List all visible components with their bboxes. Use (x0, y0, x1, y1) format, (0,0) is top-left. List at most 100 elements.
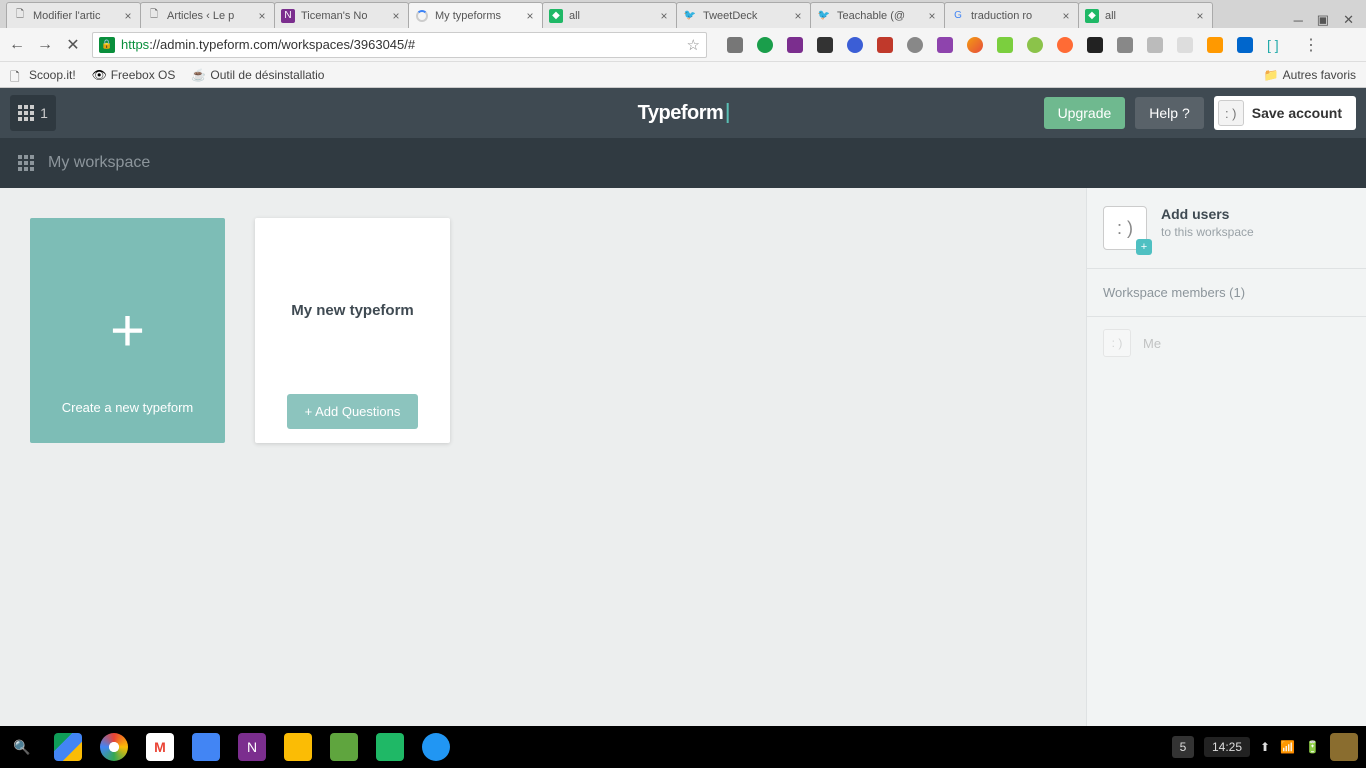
bookmark-label: Autres favoris (1283, 68, 1356, 82)
ext-icon[interactable] (1177, 37, 1193, 53)
member-row[interactable]: : ) Me (1087, 317, 1366, 369)
clock[interactable]: 14:25 (1204, 737, 1250, 757)
forward-icon[interactable]: → (36, 36, 54, 54)
bookmarks-bar: 🗋Scoop.it! 👁Freebox OS ☕ Outil de désinst… (0, 62, 1366, 88)
battery-icon[interactable]: 🔋 (1305, 740, 1320, 754)
ext-icon[interactable] (757, 37, 773, 53)
loading-icon (415, 9, 429, 23)
feedly-icon[interactable] (376, 733, 404, 761)
upgrade-button[interactable]: Upgrade (1044, 97, 1126, 129)
tab-title: Ticeman's No (301, 10, 386, 22)
gmail-icon[interactable]: M (146, 733, 174, 761)
workspaces-menu-button[interactable]: 1 (10, 95, 56, 131)
address-bar[interactable]: 🔒 https://admin.typeform.com/workspaces/… (92, 32, 707, 58)
add-users-subtitle: to this workspace (1161, 225, 1254, 239)
close-icon[interactable]: × (256, 10, 268, 22)
tray-app-icon[interactable] (1330, 733, 1358, 761)
ext-icon[interactable] (1057, 37, 1073, 53)
close-icon[interactable]: × (792, 10, 804, 22)
browser-tab[interactable]: Gtraduction ro× (944, 2, 1079, 28)
close-icon[interactable]: × (524, 10, 536, 22)
ext-icon[interactable] (877, 37, 893, 53)
sidebar: : )+ Add users to this workspace Workspa… (1086, 188, 1366, 726)
browser-tab[interactable]: 🐦TweetDeck× (676, 2, 811, 28)
drive-icon[interactable] (54, 733, 82, 761)
chrome-icon[interactable] (100, 733, 128, 761)
ext-icon[interactable] (847, 37, 863, 53)
bookmark-item[interactable]: 👁Freebox OS (92, 68, 176, 82)
wifi-icon[interactable]: 📶 (1280, 740, 1295, 754)
close-icon[interactable]: × (390, 10, 402, 22)
workspace-title: My workspace (48, 154, 150, 172)
ext-icon[interactable] (817, 37, 833, 53)
content-area: + Create a new typeform My new typeform … (0, 188, 1366, 726)
ext-icon[interactable] (937, 37, 953, 53)
minimize-icon[interactable]: ─ (1294, 13, 1303, 28)
other-bookmarks[interactable]: 📁Autres favoris (1264, 68, 1356, 82)
window-controls: ─ ▣ ✕ (1282, 12, 1366, 28)
browser-tab[interactable]: ◆all× (542, 2, 677, 28)
tab-title: traduction ro (971, 10, 1056, 22)
menu-icon[interactable]: ⋮ (1303, 35, 1319, 55)
help-button[interactable]: Help ? (1135, 97, 1203, 129)
ext-icon[interactable] (727, 37, 743, 53)
ext-icon[interactable] (1117, 37, 1133, 53)
ext-icon[interactable] (1207, 37, 1223, 53)
bookmark-item[interactable]: 🗋Scoop.it! (10, 68, 76, 82)
files-icon[interactable] (422, 733, 450, 761)
ext-icon[interactable] (787, 37, 803, 53)
create-typeform-card[interactable]: + Create a new typeform (30, 218, 225, 443)
browser-tab[interactable]: 🗋Modifier l'artic× (6, 2, 141, 28)
browser-tab[interactable]: 🗋Articles ‹ Le p× (140, 2, 275, 28)
avatar-icon: : ) (1218, 100, 1244, 126)
ext-icon[interactable] (1237, 37, 1253, 53)
add-questions-button[interactable]: + Add Questions (287, 394, 419, 429)
bookmark-label: Outil de désinstallatio (210, 68, 324, 82)
bookmark-star-icon[interactable]: ☆ (687, 36, 700, 54)
cursor-icon (726, 103, 728, 123)
ext-icon[interactable] (1027, 37, 1043, 53)
ext-icon[interactable]: [ ] (1267, 37, 1283, 53)
ext-icon[interactable] (907, 37, 923, 53)
system-tray: 5 14:25 ⬆ 📶 🔋 (1172, 733, 1358, 761)
close-icon[interactable]: × (658, 10, 670, 22)
close-window-icon[interactable]: ✕ (1343, 12, 1354, 28)
app-icon[interactable] (330, 733, 358, 761)
close-icon[interactable]: × (1194, 10, 1206, 22)
ext-icon[interactable] (997, 37, 1013, 53)
slides-icon[interactable] (284, 733, 312, 761)
ext-icon[interactable] (967, 37, 983, 53)
member-name: Me (1143, 336, 1161, 351)
close-icon[interactable]: × (122, 10, 134, 22)
onenote-icon[interactable]: N (238, 733, 266, 761)
tray-icon[interactable]: ⬆ (1260, 740, 1270, 754)
extensions-row: [ ] (727, 37, 1283, 53)
grid-icon (18, 105, 34, 121)
browser-tab[interactable]: 🐦Teachable (@× (810, 2, 945, 28)
java-icon: ☕ (191, 68, 205, 82)
ext-icon[interactable] (1087, 37, 1103, 53)
add-users-panel[interactable]: : )+ Add users to this workspace (1087, 188, 1366, 269)
account-widget[interactable]: : ) Save account (1214, 96, 1356, 130)
close-icon[interactable]: × (1060, 10, 1072, 22)
ext-icon[interactable] (1147, 37, 1163, 53)
avatar-icon: : ) (1103, 329, 1131, 357)
create-label: Create a new typeform (62, 400, 194, 415)
grid-icon (18, 155, 34, 171)
close-icon[interactable]: × (926, 10, 938, 22)
browser-tab-active[interactable]: My typeforms× (408, 2, 543, 28)
search-icon[interactable]: 🔍 (8, 733, 36, 761)
browser-tab[interactable]: NTiceman's No× (274, 2, 409, 28)
tab-title: all (1105, 10, 1190, 22)
maximize-icon[interactable]: ▣ (1317, 12, 1329, 28)
tab-title: TweetDeck (703, 10, 788, 22)
bookmark-item[interactable]: ☕ Outil de désinstallatio (191, 68, 324, 82)
twitter-icon: 🐦 (817, 9, 831, 23)
back-icon[interactable]: ← (8, 36, 26, 54)
notification-count[interactable]: 5 (1172, 736, 1194, 758)
stop-icon[interactable]: ✕ (64, 36, 82, 54)
browser-tab[interactable]: ◆all× (1078, 2, 1213, 28)
plus-icon: + (110, 301, 145, 361)
docs-icon[interactable] (192, 733, 220, 761)
typeform-card[interactable]: My new typeform + Add Questions (255, 218, 450, 443)
